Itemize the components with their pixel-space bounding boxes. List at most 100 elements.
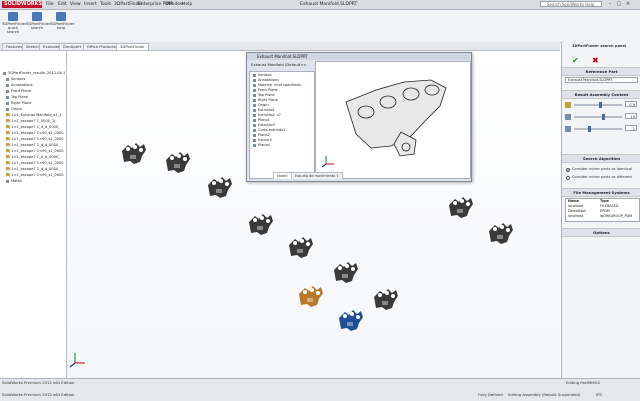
tree-item[interactable]: (-) 1<1_escape7 1<90_s1_0000 bbox=[6, 161, 64, 166]
mirror-different-label: Consider mirror parts as different bbox=[572, 175, 632, 179]
part-result[interactable] bbox=[289, 237, 313, 258]
menu-edit[interactable]: Edit bbox=[58, 1, 67, 8]
tab-office-products[interactable]: Office Products bbox=[83, 43, 120, 50]
status-units-dropdown[interactable]: MMGS bbox=[588, 380, 600, 386]
menu-view[interactable]: View bbox=[70, 1, 81, 8]
part-result[interactable] bbox=[249, 214, 273, 235]
solidworks-logo: SOLIDWORKS bbox=[2, 1, 43, 8]
status-defined: Fully Defined bbox=[478, 392, 503, 397]
preview-triad-icon bbox=[321, 156, 334, 168]
help-button[interactable]: 3DPartFinder help bbox=[50, 12, 75, 36]
percent-icon bbox=[565, 102, 571, 108]
tab-motion-study[interactable]: Estudio de movimiento 1 bbox=[291, 172, 343, 179]
tree-item[interactable]: Annotations bbox=[6, 83, 33, 88]
part-result[interactable] bbox=[166, 152, 190, 173]
part-result[interactable] bbox=[489, 223, 513, 244]
part-result[interactable] bbox=[374, 289, 398, 310]
menu-help[interactable]: Help bbox=[182, 1, 192, 8]
count-slider[interactable] bbox=[574, 114, 622, 120]
menu-tools[interactable]: Tools bbox=[100, 1, 111, 8]
tree-item[interactable]: (-) 1<1_escape7 1_d_d_0000_ bbox=[6, 167, 60, 172]
similarity-slider[interactable] bbox=[574, 102, 622, 108]
part-result-selected[interactable] bbox=[339, 310, 363, 331]
size-slider[interactable] bbox=[574, 126, 622, 132]
count-value[interactable]: 15 bbox=[625, 113, 637, 119]
tree-item[interactable]: (-) 1<1_escape7 1_d_d_0000_ bbox=[6, 125, 60, 130]
status-edition-2: SolidWorks Premium 2012 x64 Edition bbox=[2, 392, 75, 397]
tab-3dpartfinder[interactable]: 3DPartFinder bbox=[116, 43, 149, 50]
fms-cell[interactable]: WORKGROUP_PDM bbox=[600, 214, 632, 219]
cancel-icon[interactable]: ✖ bbox=[592, 56, 599, 65]
preview-tree-root[interactable]: Exhaust Manifold (Default<< bbox=[251, 61, 313, 69]
status-editing-part: Editing Part bbox=[566, 380, 588, 385]
fms-cell[interactable]: localhost bbox=[568, 214, 583, 219]
tree-item[interactable]: Right Plane bbox=[6, 101, 31, 106]
status-edition-1: SolidWorks Premium 2012 x64 Edition bbox=[2, 380, 75, 385]
tab-model[interactable]: Model bbox=[273, 172, 292, 179]
close-icon[interactable]: × bbox=[624, 1, 632, 7]
tree-item[interactable]: (-) 1<1_escape7 1<90_s1_0000 bbox=[6, 137, 64, 142]
search-icon bbox=[32, 12, 42, 21]
tab-dimxpert[interactable]: DimXpert bbox=[59, 43, 86, 50]
mirror-identical-label: Consider mirror parts as identical bbox=[572, 167, 633, 171]
triad-icon bbox=[69, 353, 85, 368]
tree-item[interactable]: (-) 1<1_escape7 1_d_d_0000_ bbox=[6, 155, 60, 160]
reference-part-field[interactable]: Exhaust Manifold.SLDPRT bbox=[565, 77, 638, 83]
part-result[interactable] bbox=[449, 197, 473, 218]
tree-item[interactable]: Front Plane bbox=[6, 89, 31, 94]
quick-search-button[interactable]: 3DPartFinder quick search bbox=[2, 12, 27, 36]
status-units[interactable]: IPS bbox=[596, 392, 602, 398]
search-icon bbox=[8, 12, 18, 21]
menu-insert[interactable]: Insert bbox=[84, 1, 97, 8]
help-search-input[interactable]: Search SolidWorks Help bbox=[540, 1, 602, 7]
part-result[interactable] bbox=[208, 177, 232, 198]
result-content-header[interactable]: Result Assembly Content bbox=[562, 90, 640, 99]
status-bar: SolidWorks Premium 2012 x64 Edition Soli… bbox=[0, 378, 640, 401]
maximize-icon[interactable]: □ bbox=[615, 1, 623, 7]
preview-tree-item[interactable]: Plano4 bbox=[253, 143, 270, 148]
feature-tree: 3DPartFinder_results_2012-04-1 Sensors A… bbox=[0, 51, 67, 378]
manifold-preview bbox=[321, 79, 447, 168]
tree-item[interactable]: (-) 1<1_escape7 1<90_s1_0000 bbox=[6, 173, 64, 178]
size-icon bbox=[565, 126, 571, 132]
part-result[interactable] bbox=[122, 143, 146, 164]
tree-item[interactable]: Sensors bbox=[6, 77, 25, 82]
tree-item[interactable]: Mates bbox=[6, 179, 22, 184]
fms-header[interactable]: File Management Systems bbox=[562, 188, 640, 197]
status-editing: Editing Assembly (Rebuilt Suspended) bbox=[508, 392, 581, 397]
part-result-highlighted[interactable] bbox=[299, 286, 323, 307]
size-value[interactable]: 1 bbox=[625, 125, 637, 131]
help-icon bbox=[56, 12, 66, 21]
part-result[interactable] bbox=[334, 262, 358, 283]
mirror-different-radio[interactable] bbox=[566, 176, 570, 180]
quick-search-label: 3DPartFinder quick search bbox=[2, 21, 27, 34]
tree-item[interactable]: (-) 1<1_escape7 1_0000_1( bbox=[6, 119, 56, 124]
tree-item[interactable]: (-) 1<1_Exhaust Manifold_s3_1 bbox=[6, 113, 62, 118]
fms-table: Name Type localhost FILEBASED Demoflash … bbox=[565, 198, 640, 222]
tree-item[interactable]: Origin bbox=[6, 107, 22, 112]
preview-window-title: Exhaust Manifold.SLDPRT bbox=[247, 53, 471, 60]
search-button[interactable]: 3DPartFinder search bbox=[26, 12, 51, 36]
tree-item[interactable]: (-) 1<1_escape7 1_d_d_0000_ bbox=[6, 143, 60, 148]
reference-part-header[interactable]: Reference Part bbox=[562, 67, 640, 76]
menu-file[interactable]: File bbox=[46, 1, 54, 8]
tree-item[interactable]: (-) 1<1_escape7 1<90_s1_0000 bbox=[6, 149, 64, 154]
count-icon bbox=[565, 114, 571, 120]
minimize-icon[interactable]: – bbox=[606, 1, 614, 7]
tree-item[interactable]: (-) 1<1_escape7 1<90_s1_0000 bbox=[6, 131, 64, 136]
help-label: 3DPartFinder help bbox=[50, 21, 75, 30]
similarity-value[interactable]: 0.9 bbox=[625, 101, 637, 107]
options-header[interactable]: Options bbox=[562, 228, 640, 237]
preview-feature-tree: Sensors Annotations Material <not specif… bbox=[249, 71, 315, 179]
command-tabs: Features Sketch Evaluate DimXpert Office… bbox=[0, 42, 560, 51]
title-bar: SOLIDWORKS File Edit View Insert Tools 3… bbox=[0, 0, 640, 10]
search-algorithm-header[interactable]: Search Algorithm bbox=[562, 154, 640, 163]
panel-title: 3DPartFinder search panel bbox=[572, 44, 627, 48]
ok-icon[interactable]: ✔ bbox=[572, 56, 579, 65]
tree-item[interactable]: Top Plane bbox=[6, 95, 28, 100]
mirror-identical-radio[interactable] bbox=[566, 168, 570, 172]
preview-window[interactable]: Exhaust Manifold.SLDPRT Exhaust Manifold… bbox=[246, 52, 472, 182]
preview-viewport[interactable] bbox=[315, 61, 471, 179]
tree-item[interactable]: 3DPartFinder_results_2012-04-1 bbox=[3, 71, 65, 76]
search-label: 3DPartFinder search bbox=[26, 21, 51, 30]
